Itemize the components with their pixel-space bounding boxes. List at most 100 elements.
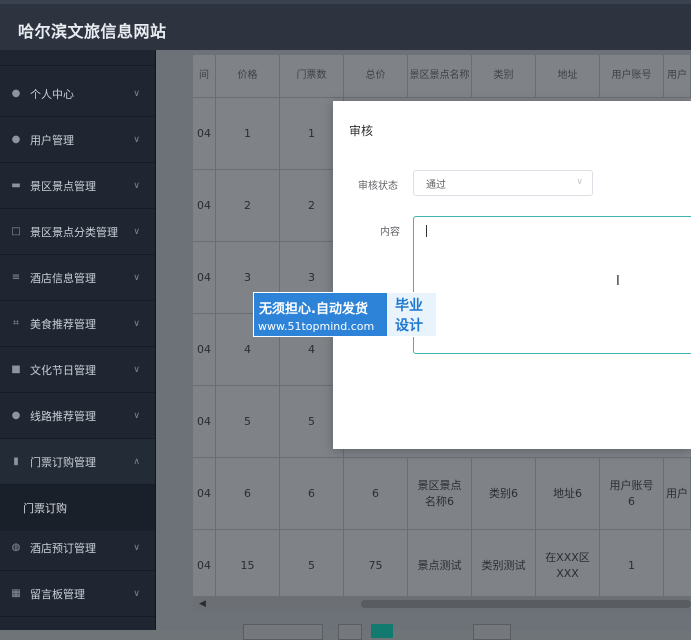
table-cell: 04 bbox=[193, 458, 216, 529]
table-cell: 1 bbox=[600, 530, 664, 601]
table-cell: 类别6 bbox=[472, 458, 536, 529]
sidebar-item-label: 用户管理 bbox=[30, 133, 74, 147]
chevron-down-icon: ∨ bbox=[133, 364, 140, 375]
chevron-down-icon: ∨ bbox=[133, 88, 140, 99]
table-cell: 5 bbox=[216, 386, 280, 457]
ibeam-cursor-icon: I bbox=[616, 274, 620, 289]
table-cell: 1 bbox=[216, 98, 280, 169]
audit-status-label: 审核状态 bbox=[358, 181, 398, 192]
table-cell: 15 bbox=[216, 530, 280, 601]
sidebar-item-label: 酒店信息管理 bbox=[30, 271, 96, 285]
table-header-cell: 用户账号 bbox=[600, 55, 664, 97]
chevron-down-icon: ∨ bbox=[133, 180, 140, 191]
table-cell: 用户 bbox=[664, 458, 691, 529]
watermark-left: 无须担心.自动发货 www.51topmind.com bbox=[254, 293, 386, 336]
table-cell: 地址6 bbox=[536, 458, 600, 529]
globe-icon: ◍ bbox=[11, 542, 21, 553]
table-cell: 6 bbox=[344, 458, 408, 529]
scroll-left-arrow-icon[interactable]: ◀ bbox=[199, 599, 206, 609]
watermark-text-bottom: 设计 bbox=[395, 318, 423, 334]
chevron-down-icon: ∨ bbox=[576, 177, 583, 187]
table-header-row: 间 价格 门票数 总价 景区景点名称 类别 地址 用户账号 用户 bbox=[193, 55, 691, 98]
sidebar-item-label: 美食推荐管理 bbox=[30, 317, 96, 331]
briefcase-icon: ■ bbox=[11, 364, 21, 375]
dialog-title: 审核 bbox=[349, 124, 374, 138]
list-icon: ≡ bbox=[11, 272, 21, 283]
top-bar: 哈尔滨文旅信息网站 bbox=[0, 0, 691, 50]
table-header-cell: 门票数 bbox=[280, 55, 344, 97]
watermark-right: 毕业 设计 bbox=[387, 293, 436, 336]
watermark-slogan: 无须担心.自动发货 bbox=[259, 302, 368, 317]
site-title: 哈尔滨文旅信息网站 bbox=[18, 22, 167, 41]
table-header-cell: 总价 bbox=[344, 55, 408, 97]
sidebar-item-message-board[interactable]: ▦ 留言板管理 ∨ bbox=[0, 571, 155, 617]
prev-page-button[interactable] bbox=[338, 624, 362, 640]
sidebar-item-scenic-categories[interactable]: □ 景区景点分类管理 ∨ bbox=[0, 209, 155, 255]
table-horizontal-scrollbar[interactable]: ◀ bbox=[193, 596, 691, 612]
sidebar-item-personal-center[interactable]: ● 个人中心 ∨ bbox=[0, 71, 155, 117]
sidebar-item-label: 文化节日管理 bbox=[30, 363, 96, 377]
crop-icon: □ bbox=[11, 226, 21, 237]
table-cell: 6 bbox=[216, 458, 280, 529]
submenu-item-label: 门票订购 bbox=[23, 502, 67, 515]
user-icon: ● bbox=[11, 88, 21, 99]
chevron-down-icon: ∨ bbox=[133, 318, 140, 329]
sidebar-item-partial[interactable]: ▪ bbox=[0, 50, 155, 66]
sidebar-item-label: 门票订购管理 bbox=[30, 455, 96, 469]
table-cell: 用户账号6 bbox=[600, 458, 664, 529]
table-cell: 04 bbox=[193, 98, 216, 169]
watermark-text-top: 毕业 bbox=[395, 298, 423, 314]
sidebar-item-scenic-spots[interactable]: ▬ 景区景点管理 ∨ bbox=[0, 163, 155, 209]
table-header-cell: 间 bbox=[193, 55, 216, 97]
sidebar-item-food[interactable]: ⌗ 美食推荐管理 ∨ bbox=[0, 301, 155, 347]
table-cell: 04 bbox=[193, 242, 216, 313]
sidebar-item-ticket-orders[interactable]: ▮ 门票订购管理 ∧ bbox=[0, 439, 155, 485]
sidebar-item-user-management[interactable]: ● 用户管理 ∨ bbox=[0, 117, 155, 163]
goto-page-input[interactable] bbox=[473, 624, 511, 640]
chevron-down-icon: ∨ bbox=[133, 272, 140, 283]
audit-dialog: 审核 审核状态 通过 ∨ 内容 I bbox=[333, 101, 691, 449]
table-cell: 在XXX区XXX bbox=[536, 530, 600, 601]
table-header-cell: 用户 bbox=[664, 55, 691, 97]
ticket-icon: ▬ bbox=[11, 180, 21, 191]
grid-icon: ▦ bbox=[11, 588, 21, 599]
chart-icon: ▮ bbox=[13, 456, 19, 467]
audit-status-select[interactable]: 通过 ∨ bbox=[413, 170, 593, 196]
table-cell: 04 bbox=[193, 314, 216, 385]
table-cell: 75 bbox=[344, 530, 408, 601]
sidebar-item-hotel-info[interactable]: ≡ 酒店信息管理 ∨ bbox=[0, 255, 155, 301]
table-cell: 5 bbox=[280, 530, 344, 601]
sidebar-item-label: 线路推荐管理 bbox=[30, 409, 96, 423]
chevron-down-icon: ∨ bbox=[133, 588, 140, 599]
user-icon: ● bbox=[11, 134, 21, 145]
sidebar-item-label: 景区景点分类管理 bbox=[30, 225, 118, 239]
sidebar-item-label: 酒店预订管理 bbox=[30, 541, 96, 555]
chevron-up-icon: ∧ bbox=[133, 456, 140, 467]
sidebar-item-routes[interactable]: ● 线路推荐管理 ∨ bbox=[0, 393, 155, 439]
sidebar: ▪ ● 个人中心 ∨ ● 用户管理 ∨ ▬ 景区景点管理 ∨ □ 景区景点分类管… bbox=[0, 50, 156, 630]
table-row: 04 6 6 6 景区景点名称6 类别6 地址6 用户账号6 用户 bbox=[193, 458, 691, 530]
pagination bbox=[193, 618, 691, 640]
table-cell: 景区景点名称6 bbox=[408, 458, 472, 529]
sidebar-item-festivals[interactable]: ■ 文化节日管理 ∨ bbox=[0, 347, 155, 393]
sidebar-item-label: 留言板管理 bbox=[30, 587, 85, 601]
chevron-down-icon: ∨ bbox=[133, 226, 140, 237]
page-size-select[interactable] bbox=[243, 624, 323, 640]
page-1-button[interactable] bbox=[371, 624, 393, 638]
chevron-down-icon: ∨ bbox=[133, 134, 140, 145]
table-cell: 2 bbox=[216, 170, 280, 241]
table-header-cell: 景区景点名称 bbox=[408, 55, 472, 97]
sidebar-item-label: 个人中心 bbox=[30, 87, 74, 101]
scrollbar-thumb[interactable] bbox=[361, 600, 691, 608]
content-textarea[interactable]: I bbox=[413, 216, 691, 354]
table-header-cell: 地址 bbox=[536, 55, 600, 97]
table-row: 04 15 5 75 景点测试 类别测试 在XXX区XXX 1 bbox=[193, 530, 691, 601]
table-cell: 04 bbox=[193, 170, 216, 241]
chevron-down-icon: ∨ bbox=[133, 542, 140, 553]
table-cell: 景点测试 bbox=[408, 530, 472, 601]
table-cell: 类别测试 bbox=[472, 530, 536, 601]
table-cell: 6 bbox=[280, 458, 344, 529]
text-caret bbox=[426, 225, 427, 237]
content-label: 内容 bbox=[380, 227, 400, 238]
sidebar-item-hotel-booking[interactable]: ◍ 酒店预订管理 ∨ bbox=[0, 525, 155, 571]
